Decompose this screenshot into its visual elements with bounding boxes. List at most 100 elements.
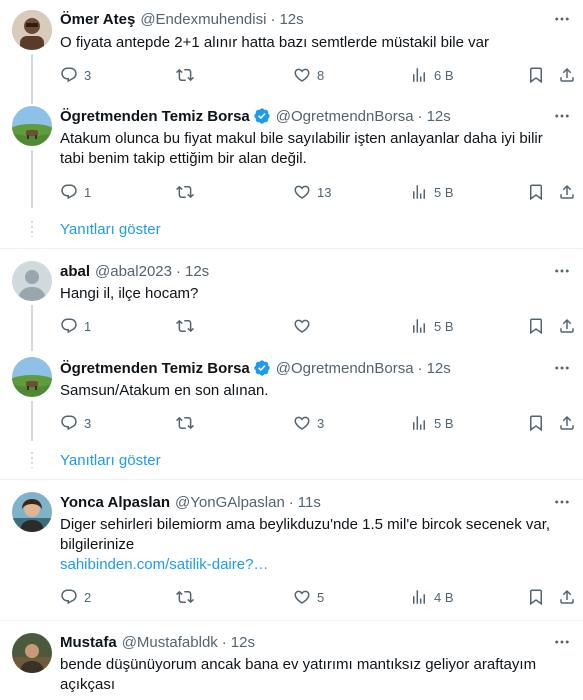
- more-icon[interactable]: [553, 633, 571, 651]
- avatar[interactable]: [12, 492, 52, 532]
- more-icon[interactable]: [553, 359, 571, 377]
- reply-button[interactable]: 1: [60, 182, 91, 202]
- avatar[interactable]: [12, 357, 52, 397]
- retweet-button[interactable]: [176, 65, 200, 85]
- tweet-text: O fiyata antepde 2+1 alınır hatta bazı s…: [60, 34, 489, 51]
- bookmark-button[interactable]: [527, 413, 545, 433]
- separator-dot: ·: [417, 107, 423, 125]
- author-name[interactable]: Ögretmenden Temiz Borsa: [60, 108, 250, 125]
- avatar[interactable]: [12, 633, 52, 673]
- views-icon: [410, 183, 428, 201]
- tweet-text: Atakum olunca bu fiyat makul bile sayıla…: [60, 130, 543, 167]
- reply-button[interactable]: 1: [60, 316, 91, 336]
- views-button[interactable]: 6 B: [410, 65, 454, 85]
- timestamp[interactable]: 12s: [231, 634, 255, 651]
- reply-button[interactable]: 2: [60, 587, 91, 607]
- like-button[interactable]: [293, 316, 317, 336]
- reply-count: 3: [84, 67, 92, 83]
- tweet-text: Samsun/Atakum en son alınan.: [60, 382, 269, 399]
- share-icon: [558, 317, 576, 335]
- separator-dot: ·: [288, 493, 294, 511]
- avatar[interactable]: [12, 261, 52, 301]
- retweet-button[interactable]: [176, 413, 200, 433]
- author-handle[interactable]: @YonGAlpaslan: [175, 494, 285, 511]
- more-icon[interactable]: [553, 107, 571, 125]
- view-count: 5 B: [434, 318, 454, 334]
- share-button[interactable]: [558, 316, 576, 336]
- thread-line: [31, 150, 33, 208]
- author-handle[interactable]: @Endexmuhendisi: [140, 11, 266, 28]
- author-name[interactable]: Ömer Ateş: [60, 11, 135, 28]
- share-button[interactable]: [558, 587, 576, 607]
- views-icon: [410, 414, 428, 432]
- tweet-link[interactable]: sahibinden.com/satilik-daire?…: [60, 555, 565, 575]
- reply-count: 2: [84, 589, 92, 605]
- like-icon: [293, 66, 311, 84]
- timestamp[interactable]: 12s: [427, 108, 451, 125]
- like-button[interactable]: 8: [293, 65, 324, 85]
- bookmark-button[interactable]: [527, 182, 545, 202]
- like-count: 5: [317, 589, 325, 605]
- author-name[interactable]: Mustafa: [60, 634, 117, 651]
- tweet-header: Yonca Alpaslan @YonGAlpaslan · 11s: [60, 492, 321, 512]
- bookmark-icon: [527, 66, 545, 84]
- retweet-button[interactable]: [176, 182, 200, 202]
- reply-count: 1: [84, 184, 92, 200]
- share-button[interactable]: [558, 65, 576, 85]
- like-count: 8: [317, 67, 325, 83]
- show-replies-link[interactable]: Yanıtları göster: [60, 221, 161, 238]
- divider: [0, 620, 583, 621]
- action-bar: 3 8 6 B: [60, 65, 575, 85]
- tweet-text: Diger sehirleri bilemiorm ama beylikduzu…: [60, 516, 551, 553]
- reply-button[interactable]: 3: [60, 65, 91, 85]
- show-replies-link[interactable]: Yanıtları göster: [60, 452, 161, 469]
- view-count: 5 B: [434, 415, 454, 431]
- avatar[interactable]: [12, 106, 52, 146]
- views-button[interactable]: 5 B: [410, 316, 454, 336]
- timestamp[interactable]: 12s: [427, 360, 451, 377]
- bookmark-button[interactable]: [527, 65, 545, 85]
- author-name[interactable]: abal: [60, 263, 90, 280]
- views-button[interactable]: 4 B: [410, 587, 454, 607]
- timestamp[interactable]: 11s: [298, 494, 321, 511]
- more-icon[interactable]: [553, 262, 571, 280]
- action-bar: 2 5 4 B: [60, 587, 575, 607]
- retweet-button[interactable]: [176, 316, 200, 336]
- like-icon: [293, 317, 311, 335]
- share-button[interactable]: [558, 413, 576, 433]
- author-handle[interactable]: @Mustafabldk: [122, 634, 218, 651]
- bookmark-icon: [527, 414, 545, 432]
- retweet-button[interactable]: [176, 587, 200, 607]
- bookmark-button[interactable]: [527, 316, 545, 336]
- like-button[interactable]: 13: [293, 182, 331, 202]
- share-icon: [558, 414, 576, 432]
- more-icon[interactable]: [553, 10, 571, 28]
- author-name[interactable]: Ögretmenden Temiz Borsa: [60, 360, 250, 377]
- divider: [0, 248, 583, 249]
- timestamp[interactable]: 12s: [279, 11, 303, 28]
- tweet-text-block: Diger sehirleri bilemiorm ama beylikduzu…: [60, 515, 565, 575]
- reply-icon: [60, 317, 78, 335]
- reply-count: 1: [84, 318, 92, 334]
- thread-dots: [31, 452, 33, 468]
- reply-button[interactable]: 3: [60, 413, 91, 433]
- verified-badge-icon: [253, 107, 271, 125]
- author-handle[interactable]: @OgretmendnBorsa: [276, 108, 414, 125]
- divider: [0, 479, 583, 480]
- author-handle[interactable]: @abal2023: [95, 263, 172, 280]
- author-name[interactable]: Yonca Alpaslan: [60, 494, 170, 511]
- views-button[interactable]: 5 B: [410, 182, 454, 202]
- avatar[interactable]: [12, 10, 52, 50]
- like-button[interactable]: 3: [293, 413, 324, 433]
- bookmark-button[interactable]: [527, 587, 545, 607]
- reply-count: 3: [84, 415, 92, 431]
- views-button[interactable]: 5 B: [410, 413, 454, 433]
- share-button[interactable]: [558, 182, 576, 202]
- tweet-header: abal @abal2023 · 12s: [60, 261, 209, 281]
- author-handle[interactable]: @OgretmendnBorsa: [276, 360, 414, 377]
- like-button[interactable]: 5: [293, 587, 324, 607]
- views-icon: [410, 317, 428, 335]
- timestamp[interactable]: 12s: [185, 263, 209, 280]
- more-icon[interactable]: [553, 493, 571, 511]
- like-icon: [293, 414, 311, 432]
